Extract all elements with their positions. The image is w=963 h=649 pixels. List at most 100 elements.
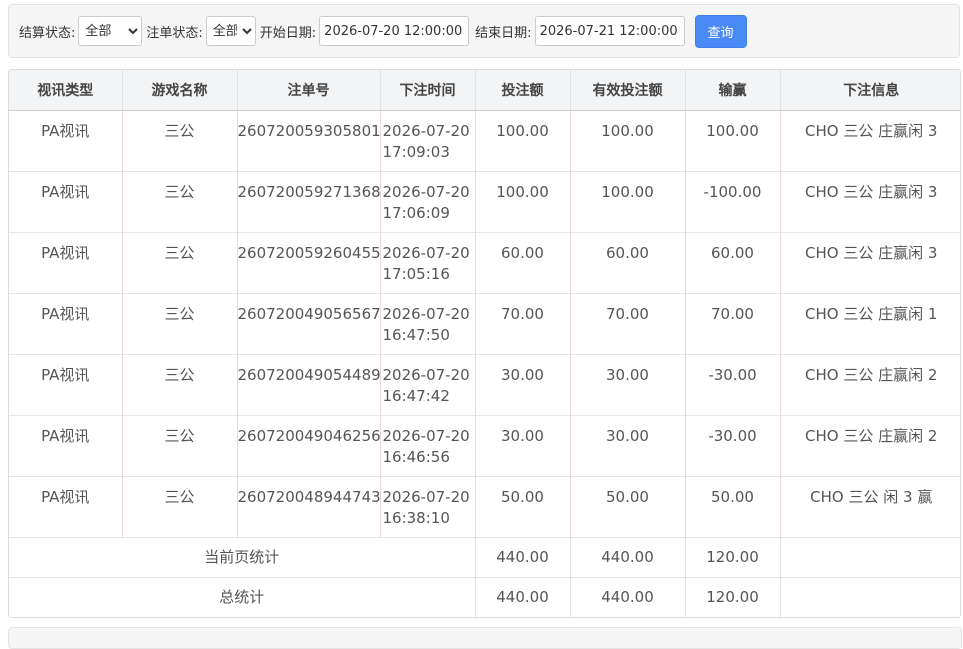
column-header[interactable]: 注单号 xyxy=(237,70,381,111)
page-total-row: 当前页统计 440.00 440.00 120.00 xyxy=(9,537,960,578)
bet-date: 2026-07-20 xyxy=(382,427,470,445)
cell-bet-info: CHO 三公 闲 3 赢 xyxy=(780,476,960,538)
start-date-input[interactable] xyxy=(319,16,470,46)
cell-valid-amount: 60.00 xyxy=(570,232,686,294)
cell-bet-info: CHO 三公 庄赢闲 2 xyxy=(780,415,960,477)
bet-date: 2026-07-20 xyxy=(382,244,470,262)
table-row: PA视讯 三公 260720059305801 2026-07-20 17:09:03 1… xyxy=(9,110,960,172)
bet-date: 2026-07-20 xyxy=(382,305,470,323)
grand-total-valid: 440.00 xyxy=(570,577,686,617)
cell-game-name: 三公 xyxy=(122,293,238,355)
cell-bet-id: 260720048944743 xyxy=(237,476,381,538)
cell-bet-time: 2026-07-20 16:38:10 xyxy=(380,476,476,538)
cell-win-loss: -100.00 xyxy=(685,171,781,233)
cell-video-type: PA视讯 xyxy=(9,171,123,233)
bet-date: 2026-07-20 xyxy=(382,488,470,506)
page-total-valid: 440.00 xyxy=(570,537,686,578)
end-date-label: 结束日期: xyxy=(475,25,532,41)
cell-win-loss: 70.00 xyxy=(685,293,781,355)
cell-bet-amount: 100.00 xyxy=(475,171,571,233)
column-header[interactable]: 游戏名称 xyxy=(122,70,238,111)
cell-video-type: PA视讯 xyxy=(9,415,123,477)
cell-bet-time: 2026-07-20 16:47:42 xyxy=(380,354,476,416)
column-header[interactable]: 投注额 xyxy=(475,70,571,111)
grand-total-row: 总统计 440.00 440.00 120.00 xyxy=(9,577,960,617)
column-header[interactable]: 下注信息 xyxy=(780,70,960,111)
grand-total-info xyxy=(780,577,960,617)
start-date-label: 开始日期: xyxy=(259,25,317,41)
cell-bet-amount: 100.00 xyxy=(475,110,571,172)
cell-valid-amount: 50.00 xyxy=(570,476,686,538)
column-header[interactable]: 有效投注额 xyxy=(570,70,686,111)
cell-video-type: PA视讯 xyxy=(9,110,123,172)
column-header[interactable]: 输赢 xyxy=(685,70,781,111)
end-date-input[interactable] xyxy=(534,16,685,46)
cell-video-type: PA视讯 xyxy=(9,354,123,416)
cell-win-loss: -30.00 xyxy=(685,354,781,416)
cell-bet-time: 2026-07-20 17:05:16 xyxy=(380,232,476,294)
cell-bet-id: 260720049056567 xyxy=(237,293,381,355)
table-row: PA视讯 三公 260720059260455 2026-07-20 17:05:16 6… xyxy=(9,232,960,294)
cell-game-name: 三公 xyxy=(122,476,238,538)
bet-records-table: 视讯类型 游戏名称 注单号 下注时间 投注额 有效投注额 输赢 下注信息 PA视… xyxy=(8,69,961,618)
table-row: PA视讯 三公 260720048944743 2026-07-20 16:38:10 5… xyxy=(9,476,960,538)
cell-bet-time: 2026-07-20 17:09:03 xyxy=(380,110,476,172)
grand-total-win: 120.00 xyxy=(685,577,781,617)
pagination-bar xyxy=(8,627,962,649)
cell-video-type: PA视讯 xyxy=(9,232,123,294)
page-total-label: 当前页统计 xyxy=(9,537,476,578)
cell-bet-time: 2026-07-20 16:47:50 xyxy=(380,293,476,355)
cell-win-loss: 50.00 xyxy=(685,476,781,538)
cell-game-name: 三公 xyxy=(122,354,238,416)
cell-bet-amount: 50.00 xyxy=(475,476,571,538)
bet-clock-time: 16:47:42 xyxy=(382,387,450,405)
cell-bet-id: 260720059305801 xyxy=(237,110,381,172)
cell-bet-time: 2026-07-20 16:46:56 xyxy=(380,415,476,477)
bet-clock-time: 16:47:50 xyxy=(382,326,450,344)
bet-clock-time: 16:38:10 xyxy=(382,509,450,527)
cell-video-type: PA视讯 xyxy=(9,476,123,538)
cell-valid-amount: 30.00 xyxy=(570,354,686,416)
cell-win-loss: -30.00 xyxy=(685,415,781,477)
bet-status-select[interactable]: 全部 xyxy=(205,16,256,46)
cell-video-type: PA视讯 xyxy=(9,293,123,355)
page-total-bet: 440.00 xyxy=(475,537,571,578)
cell-bet-id: 260720059260455 xyxy=(237,232,381,294)
cell-valid-amount: 30.00 xyxy=(570,415,686,477)
bet-clock-time: 17:05:16 xyxy=(382,265,450,283)
bet-date: 2026-07-20 xyxy=(382,366,470,384)
cell-win-loss: 100.00 xyxy=(685,110,781,172)
cell-game-name: 三公 xyxy=(122,110,238,172)
cell-win-loss: 60.00 xyxy=(685,232,781,294)
cell-bet-info: CHO 三公 庄赢闲 1 xyxy=(780,293,960,355)
bet-clock-time: 17:09:03 xyxy=(382,143,450,161)
cell-bet-info: CHO 三公 庄赢闲 2 xyxy=(780,354,960,416)
column-header[interactable]: 视讯类型 xyxy=(9,70,123,111)
page-total-info xyxy=(780,537,960,578)
cell-bet-amount: 60.00 xyxy=(475,232,571,294)
bet-status-label: 注单状态: xyxy=(146,25,203,41)
page-total-win: 120.00 xyxy=(685,537,781,578)
cell-bet-time: 2026-07-20 17:06:09 xyxy=(380,171,476,233)
table-row: PA视讯 三公 260720049056567 2026-07-20 16:47:50 7… xyxy=(9,293,960,355)
table-row: PA视讯 三公 260720049054489 2026-07-20 16:47:42 3… xyxy=(9,354,960,416)
settle-status-label: 结算状态: xyxy=(19,25,76,41)
cell-game-name: 三公 xyxy=(122,232,238,294)
cell-bet-id: 260720059271368 xyxy=(237,171,381,233)
cell-bet-id: 260720049046256 xyxy=(237,415,381,477)
cell-bet-info: CHO 三公 庄赢闲 3 xyxy=(780,232,960,294)
cell-bet-amount: 30.00 xyxy=(475,354,571,416)
table-row: PA视讯 三公 260720059271368 2026-07-20 17:06:09 1… xyxy=(9,171,960,233)
bet-clock-time: 17:06:09 xyxy=(382,204,450,222)
bet-clock-time: 16:46:56 xyxy=(382,448,450,466)
grand-total-label: 总统计 xyxy=(9,577,476,617)
cell-valid-amount: 100.00 xyxy=(570,110,686,172)
grand-total-bet: 440.00 xyxy=(475,577,571,617)
cell-bet-id: 260720049054489 xyxy=(237,354,381,416)
cell-bet-amount: 70.00 xyxy=(475,293,571,355)
settle-status-select[interactable]: 全部 xyxy=(78,16,143,46)
column-header[interactable]: 下注时间 xyxy=(380,70,476,111)
query-button[interactable]: 查询 xyxy=(694,14,747,48)
cell-bet-amount: 30.00 xyxy=(475,415,571,477)
bet-date: 2026-07-20 xyxy=(382,183,470,201)
